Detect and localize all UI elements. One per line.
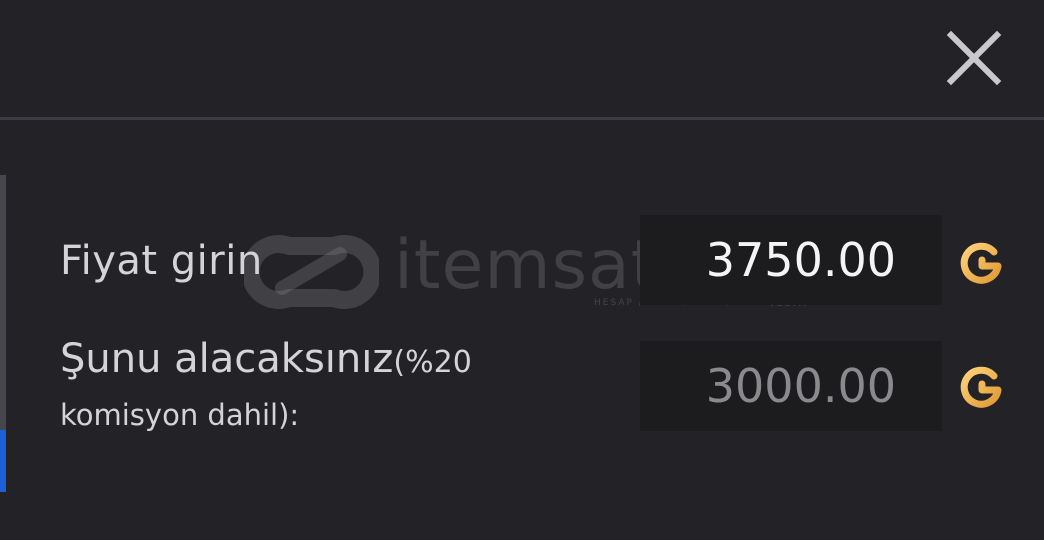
receive-label-commission-open: (%20 [393,345,472,380]
receive-label: Şunu alacaksınız(%20 [60,336,472,382]
header-divider [0,117,1044,120]
price-input-value: 3750.00 [705,233,896,287]
receive-amount-value: 3000.00 [705,359,896,413]
watermark-logo-icon [244,235,379,309]
close-icon [946,30,1002,86]
receive-label-text: Şunu alacaksınız [60,336,394,382]
gold-coin-icon [960,242,1002,284]
side-accent-bar [0,430,6,492]
gold-coin-icon [960,366,1002,408]
price-input[interactable]: 3750.00 [640,215,942,305]
commission-note: komisyon dahil): [60,398,300,432]
close-button[interactable] [946,30,1002,86]
price-label: Fiyat girin [60,238,263,284]
side-scroll-track [0,175,6,430]
receive-amount-field: 3000.00 [640,341,942,431]
